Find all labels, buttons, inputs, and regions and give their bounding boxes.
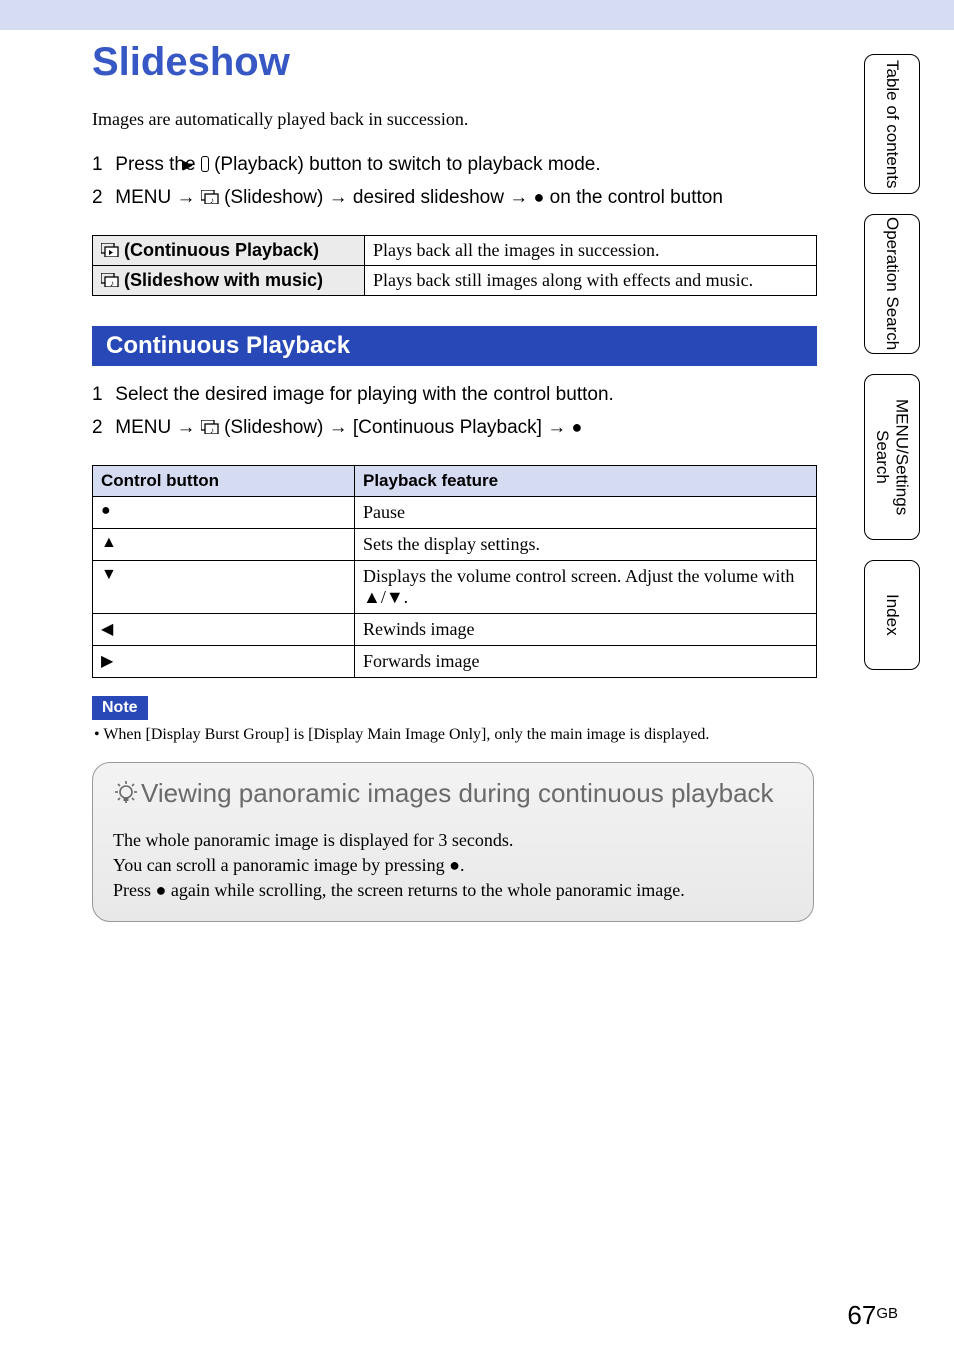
sym-down: ▼ bbox=[93, 560, 355, 613]
t: on the control button bbox=[550, 187, 723, 208]
center-button-icon: ● bbox=[156, 880, 167, 900]
step-number: 2 bbox=[92, 183, 110, 212]
section-heading: Continuous Playback bbox=[92, 326, 817, 366]
t: (Slideshow) bbox=[224, 187, 329, 208]
slideshow-icon: ♪ bbox=[201, 190, 219, 204]
svg-text:♪: ♪ bbox=[110, 279, 114, 287]
page-number: 67GB bbox=[847, 1300, 898, 1331]
step-number: 1 bbox=[92, 150, 110, 179]
side-tabs: Table of contents Operation Search MENU/… bbox=[864, 54, 920, 690]
slideshow-icon: ♪ bbox=[201, 420, 219, 434]
tip-body: The whole panoramic image is displayed f… bbox=[113, 828, 793, 904]
tab-table-of-contents[interactable]: Table of contents bbox=[864, 54, 920, 194]
cp-step-1: 1 Select the desired image for playing w… bbox=[92, 380, 760, 409]
opt-desc: Plays back still images along with effec… bbox=[365, 265, 817, 295]
t: [Continuous Playback] bbox=[353, 417, 547, 438]
step-2: 2 MENU → ♪ (Slideshow) → desired slidesh… bbox=[92, 183, 760, 212]
center-button-icon: ● bbox=[449, 855, 460, 875]
step-number: 1 bbox=[92, 380, 110, 409]
opt-desc: Plays back all the images in succession. bbox=[365, 235, 817, 265]
tip-line-3: Press ● again while scrolling, the scree… bbox=[113, 878, 793, 903]
label-text: (Slideshow with music) bbox=[119, 270, 323, 290]
page-num-value: 67 bbox=[847, 1300, 876, 1330]
tab-index[interactable]: Index bbox=[864, 560, 920, 670]
main-steps: 1 Press the ▶ (Playback) button to switc… bbox=[92, 150, 760, 213]
playback-icon: ▶ bbox=[201, 156, 209, 172]
arrow-icon: → bbox=[509, 187, 528, 208]
cp-step-2: 2 MENU → ♪ (Slideshow) → [Continuous Pla… bbox=[92, 413, 760, 442]
svg-text:♪: ♪ bbox=[210, 196, 214, 204]
cp-steps: 1 Select the desired image for playing w… bbox=[92, 380, 760, 443]
main-content: Slideshow Images are automatically playe… bbox=[0, 30, 820, 922]
tip-line-2: You can scroll a panoramic image by pres… bbox=[113, 853, 793, 878]
center-button-icon: ● bbox=[534, 187, 545, 207]
desc: Pause bbox=[355, 496, 817, 528]
arrow-icon: → bbox=[329, 417, 348, 438]
tip-title-text: Viewing panoramic images during continuo… bbox=[141, 778, 774, 808]
desc: Displays the volume control screen. Adju… bbox=[355, 560, 817, 613]
continuous-playback-icon bbox=[101, 243, 119, 257]
opt-label: ♪ (Slideshow with music) bbox=[93, 265, 365, 295]
note-label: Note bbox=[92, 696, 148, 720]
t: desired slideshow bbox=[353, 187, 509, 208]
tip-box: Viewing panoramic images during continuo… bbox=[92, 762, 814, 922]
arrow-icon: → bbox=[177, 187, 196, 208]
page-title: Slideshow bbox=[92, 40, 760, 85]
step-text: Select the desired image for playing wit… bbox=[115, 384, 614, 405]
tab-menu-settings-search[interactable]: MENU/Settings Search bbox=[864, 374, 920, 540]
step-number: 2 bbox=[92, 413, 110, 442]
page-suffix: GB bbox=[876, 1305, 898, 1322]
sym-up: ▲ bbox=[93, 528, 355, 560]
desc: Forwards image bbox=[355, 645, 817, 677]
control-table: Control button Playback feature ●Pause ▲… bbox=[92, 465, 817, 678]
arrow-icon: → bbox=[329, 187, 348, 208]
desc: Rewinds image bbox=[355, 613, 817, 645]
step-text-post: (Playback) button to switch to playback … bbox=[214, 154, 601, 175]
t: MENU bbox=[115, 417, 176, 438]
arrow-icon: → bbox=[547, 417, 566, 438]
header-band bbox=[0, 0, 954, 30]
col-header-control: Control button bbox=[93, 465, 355, 496]
tip-title: Viewing panoramic images during continuo… bbox=[113, 777, 793, 814]
slideshow-music-icon: ♪ bbox=[101, 273, 119, 287]
center-button-icon: ● bbox=[572, 417, 583, 437]
sym-center: ● bbox=[93, 496, 355, 528]
t: MENU bbox=[115, 187, 176, 208]
tip-line-1: The whole panoramic image is displayed f… bbox=[113, 828, 793, 853]
t: (Slideshow) bbox=[224, 417, 329, 438]
note-text: • When [Display Burst Group] is [Display… bbox=[92, 726, 760, 744]
opt-label: (Continuous Playback) bbox=[93, 235, 365, 265]
hint-icon bbox=[115, 779, 139, 814]
label-text: (Continuous Playback) bbox=[119, 240, 319, 260]
arrow-icon: → bbox=[177, 417, 196, 438]
sym-left: ◀ bbox=[93, 613, 355, 645]
col-header-feature: Playback feature bbox=[355, 465, 817, 496]
intro-text: Images are automatically played back in … bbox=[92, 109, 760, 130]
tab-operation-search[interactable]: Operation Search bbox=[864, 214, 920, 354]
note-block: Note • When [Display Burst Group] is [Di… bbox=[92, 696, 760, 744]
desc: Sets the display settings. bbox=[355, 528, 817, 560]
options-table: (Continuous Playback) Plays back all the… bbox=[92, 235, 817, 296]
step-1: 1 Press the ▶ (Playback) button to switc… bbox=[92, 150, 760, 179]
svg-text:♪: ♪ bbox=[210, 426, 214, 434]
sym-right: ▶ bbox=[93, 645, 355, 677]
